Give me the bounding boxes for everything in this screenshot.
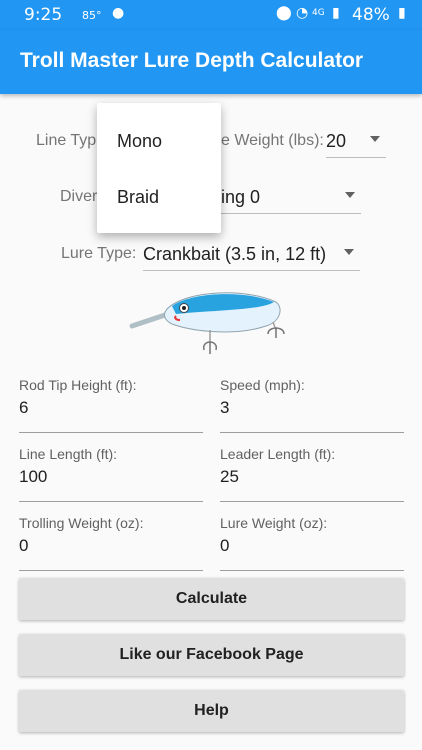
- lure-weight-field[interactable]: Lure Weight (oz): 0: [220, 515, 404, 571]
- signal-icon: ▮: [332, 5, 340, 21]
- rod-tip-height-label: Rod Tip Height (ft):: [19, 377, 137, 393]
- trolling-weight-value[interactable]: 0: [19, 536, 28, 556]
- diver-label: Diver: [60, 188, 98, 205]
- location-icon: ⬤: [276, 5, 292, 21]
- rod-tip-height-value[interactable]: 6: [19, 398, 28, 418]
- status-temperature: 85°: [82, 9, 102, 22]
- leader-length-value[interactable]: 25: [220, 467, 239, 487]
- line-weight-value: 20: [326, 131, 347, 151]
- lure-type-dropdown[interactable]: Crankbait (3.5 in, 12 ft): [143, 239, 360, 271]
- lure-type-value: Crankbait (3.5 in, 12 ft): [143, 244, 327, 264]
- status-bar: 9:25 85° ● ⬤ ◔ 4G ▮ 48% ▮: [0, 0, 422, 30]
- speed-label: Speed (mph):: [220, 377, 305, 393]
- line-length-label: Line Length (ft):: [19, 446, 118, 462]
- notification-icon: ●: [112, 5, 125, 21]
- speed-value[interactable]: 3: [220, 398, 229, 418]
- facebook-button[interactable]: Like our Facebook Page: [19, 634, 404, 676]
- app-title: Troll Master Lure Depth Calculator: [20, 49, 364, 72]
- lure-weight-label: Lure Weight (oz):: [220, 515, 328, 531]
- line-weight-dropdown[interactable]: 20: [326, 126, 386, 158]
- network-label: 4G: [312, 8, 325, 18]
- menu-item-braid[interactable]: Braid: [117, 187, 159, 208]
- help-button[interactable]: Help: [19, 690, 404, 732]
- lure-type-label: Lure Type:: [61, 245, 137, 262]
- line-weight-label: e Weight (lbs):: [221, 132, 324, 149]
- lure-weight-value[interactable]: 0: [220, 536, 229, 556]
- leader-length-field[interactable]: Leader Length (ft): 25: [220, 446, 404, 502]
- calculate-button[interactable]: Calculate: [19, 578, 404, 620]
- battery-icon: ▮: [398, 5, 406, 21]
- app-bar: Troll Master Lure Depth Calculator: [0, 30, 422, 94]
- trolling-weight-label: Trolling Weight (oz):: [19, 515, 144, 531]
- wifi-icon: ◔: [296, 5, 309, 21]
- rod-tip-height-field[interactable]: Rod Tip Height (ft): 6: [19, 377, 203, 433]
- menu-item-mono[interactable]: Mono: [117, 131, 162, 152]
- diver-value: ing 0: [221, 187, 261, 207]
- line-length-value[interactable]: 100: [19, 467, 47, 487]
- line-type-label: Line Typ: [36, 132, 97, 149]
- chevron-down-icon: [370, 136, 380, 142]
- trolling-weight-field[interactable]: Trolling Weight (oz): 0: [19, 515, 203, 571]
- status-time: 9:25: [24, 5, 63, 25]
- chevron-down-icon: [344, 249, 354, 255]
- speed-field[interactable]: Speed (mph): 3: [220, 377, 404, 433]
- battery-level: 48%: [352, 5, 390, 25]
- line-type-menu: Mono Braid: [97, 103, 221, 233]
- leader-length-label: Leader Length (ft):: [220, 446, 336, 462]
- line-length-field[interactable]: Line Length (ft): 100: [19, 446, 203, 502]
- crankbait-lure-image: [129, 292, 285, 354]
- chevron-down-icon: [345, 192, 355, 198]
- diver-dropdown[interactable]: ing 0: [221, 182, 361, 214]
